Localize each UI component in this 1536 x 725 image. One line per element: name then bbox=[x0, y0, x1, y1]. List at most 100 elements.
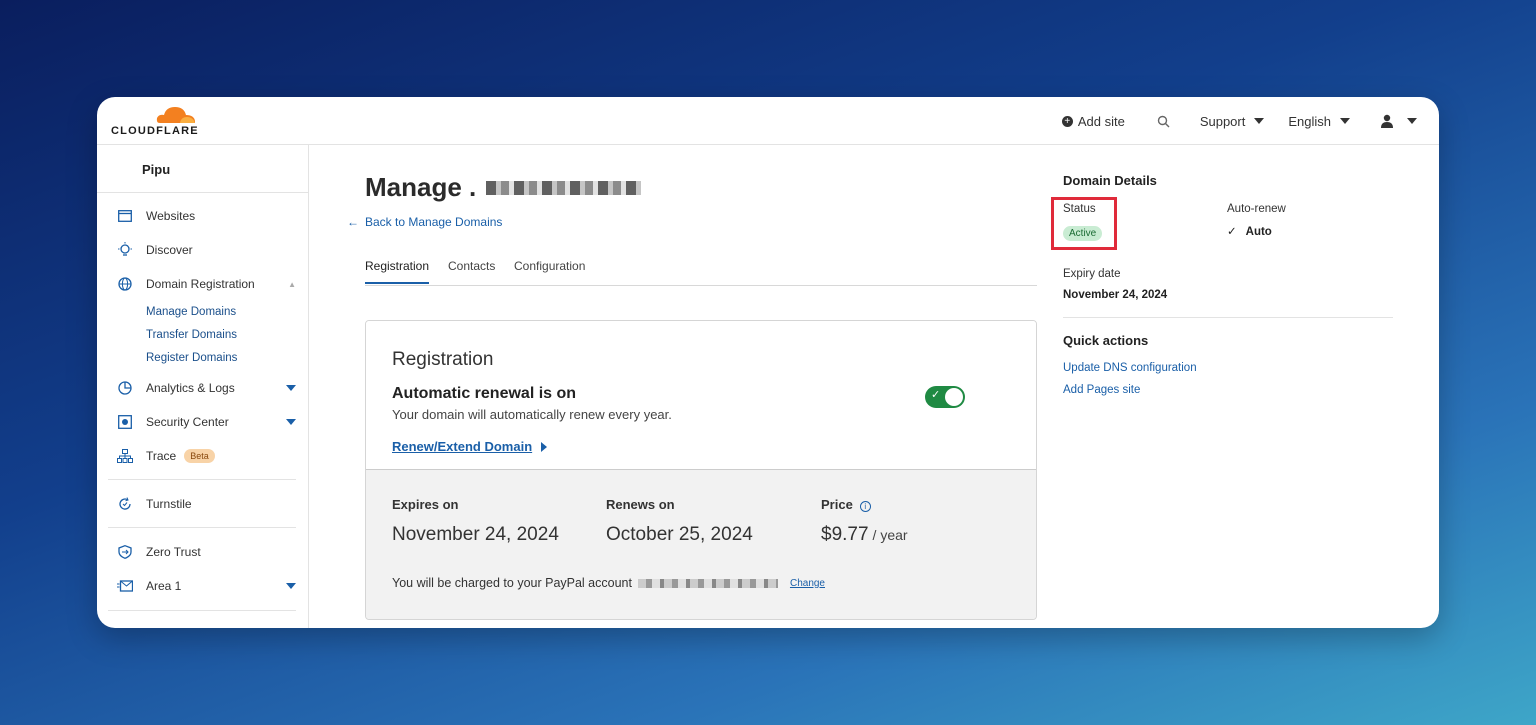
renewal-title: Automatic renewal is on bbox=[392, 385, 577, 402]
status-label: Status bbox=[1063, 203, 1096, 215]
auto-renew-label: Auto-renew bbox=[1227, 203, 1286, 215]
caret-right-icon bbox=[541, 441, 548, 452]
tab-registration[interactable]: Registration bbox=[365, 259, 430, 284]
user-menu[interactable] bbox=[1380, 114, 1417, 128]
status-badge: Active bbox=[1063, 226, 1103, 241]
sidebar-item-trace[interactable]: Trace Beta bbox=[117, 446, 296, 466]
pie-chart-icon bbox=[117, 380, 133, 396]
account-name[interactable]: Pipu bbox=[142, 162, 170, 177]
sidebar-subitem-register-domains[interactable]: Register Domains bbox=[146, 352, 237, 364]
sidebar-subitem-transfer-domains[interactable]: Transfer Domains bbox=[146, 329, 237, 341]
globe-icon bbox=[117, 276, 133, 292]
sidebar-item-turnstile[interactable]: Turnstile bbox=[117, 494, 296, 514]
zero-trust-icon bbox=[117, 544, 133, 560]
domain-details-panel: Domain Details Status Active Auto-renew … bbox=[1051, 145, 1393, 628]
change-link[interactable]: Change bbox=[790, 578, 825, 589]
lightbulb-icon bbox=[117, 242, 133, 258]
language-menu[interactable]: English bbox=[1288, 114, 1350, 129]
auto-renew-toggle[interactable]: ✓ bbox=[925, 386, 965, 408]
renew-extend-link[interactable]: Renew/Extend Domain bbox=[392, 439, 548, 454]
sidebar-item-zero-trust[interactable]: Zero Trust bbox=[117, 542, 296, 562]
divider bbox=[108, 527, 296, 528]
network-icon bbox=[117, 448, 133, 464]
sidebar-item-label: Turnstile bbox=[146, 497, 192, 511]
chevron-up-icon[interactable]: ▲ bbox=[288, 280, 296, 289]
cloudflare-logo[interactable]: CLOUDFLARE bbox=[111, 103, 201, 139]
card-title: Registration bbox=[392, 349, 494, 370]
plus-circle-icon: + bbox=[1061, 115, 1073, 127]
app-window: CLOUDFLARE + Add site Support English Pi… bbox=[97, 97, 1439, 628]
registration-card: Registration Automatic renewal is on You… bbox=[365, 320, 1037, 620]
language-label: English bbox=[1288, 113, 1331, 129]
sidebar-item-websites[interactable]: Websites bbox=[117, 206, 296, 226]
sidebar-item-discover[interactable]: Discover bbox=[117, 240, 296, 260]
sidebar-subitem-manage-domains[interactable]: Manage Domains bbox=[146, 306, 236, 318]
tab-contacts[interactable]: Contacts bbox=[448, 259, 495, 282]
card-top: Registration Automatic renewal is on You… bbox=[366, 321, 1036, 470]
sidebar-item-label: Security Center bbox=[146, 415, 229, 429]
sidebar-item-label: Trace bbox=[146, 449, 177, 463]
page-title-text: Manage . bbox=[365, 172, 477, 202]
caret-down-icon[interactable] bbox=[286, 419, 296, 425]
shield-icon bbox=[117, 414, 133, 430]
divider bbox=[108, 479, 296, 480]
caret-down-icon bbox=[1254, 118, 1265, 124]
sidebar: Pipu Websites Discover Domain Registrati… bbox=[97, 145, 309, 628]
sidebar-item-label: Discover bbox=[146, 243, 193, 257]
tab-configuration[interactable]: Configuration bbox=[514, 259, 585, 282]
top-bar: CLOUDFLARE + Add site Support English bbox=[97, 97, 1439, 145]
support-menu[interactable]: Support bbox=[1200, 114, 1265, 129]
add-site-label: Add site bbox=[1077, 113, 1125, 129]
price-value: $9.77 bbox=[821, 524, 869, 545]
search-icon bbox=[1157, 115, 1170, 127]
add-pages-site-link[interactable]: Add Pages site bbox=[1063, 384, 1140, 396]
caret-down-icon[interactable] bbox=[286, 385, 296, 391]
check-icon: ✓ bbox=[1227, 226, 1237, 238]
toggle-knob bbox=[945, 388, 963, 406]
sidebar-item-domain-registration[interactable]: Domain Registration ▲ bbox=[117, 274, 296, 294]
auto-renew-value: Auto bbox=[1245, 226, 1272, 238]
renews-value: October 25, 2024 bbox=[606, 524, 753, 545]
user-icon bbox=[1381, 114, 1393, 128]
renewal-description: Your domain will automatically renew eve… bbox=[392, 407, 672, 422]
quick-actions-heading: Quick actions bbox=[1063, 333, 1149, 348]
browser-window-icon bbox=[117, 208, 133, 224]
price-label-group: Price i bbox=[821, 497, 871, 512]
back-link-label: Back to Manage Domains bbox=[365, 215, 503, 229]
back-link[interactable]: ← Back to Manage Domains bbox=[347, 215, 502, 229]
divider bbox=[108, 610, 296, 611]
sidebar-item-label: Analytics & Logs bbox=[146, 381, 235, 395]
search-button[interactable] bbox=[1157, 115, 1170, 128]
logo-text: CLOUDFLARE bbox=[111, 125, 199, 137]
arrow-left-icon: ← bbox=[347, 215, 359, 229]
charge-text: You will be charged to your PayPal accou… bbox=[392, 576, 632, 590]
tabs: Registration Contacts Configuration bbox=[365, 259, 1037, 286]
card-details: Expires on November 24, 2024 Renews on O… bbox=[366, 470, 1036, 619]
sidebar-item-label: Websites bbox=[146, 209, 196, 223]
renews-label: Renews on bbox=[606, 497, 675, 512]
domain-details-heading: Domain Details bbox=[1063, 173, 1157, 188]
update-dns-link[interactable]: Update DNS configuration bbox=[1063, 362, 1197, 374]
check-icon: ✓ bbox=[931, 389, 941, 401]
sidebar-item-analytics-logs[interactable]: Analytics & Logs bbox=[117, 378, 296, 398]
sidebar-item-security-center[interactable]: Security Center bbox=[117, 412, 296, 432]
redacted-domain bbox=[486, 180, 642, 195]
redacted-account bbox=[637, 578, 778, 588]
page-title: Manage . bbox=[365, 172, 642, 203]
divider bbox=[1063, 317, 1393, 318]
price-label: Price bbox=[821, 497, 853, 512]
add-site-button[interactable]: + Add site bbox=[1061, 113, 1125, 129]
sidebar-item-area-1[interactable]: Area 1 bbox=[117, 576, 296, 596]
sidebar-item-label: Area 1 bbox=[146, 579, 182, 593]
info-icon[interactable]: i bbox=[859, 501, 871, 512]
cloud-icon bbox=[156, 107, 195, 123]
beta-badge: Beta bbox=[184, 449, 215, 463]
charge-info: You will be charged to your PayPal accou… bbox=[392, 576, 825, 590]
caret-down-icon[interactable] bbox=[286, 583, 296, 589]
top-actions: + Add site Support English bbox=[1061, 97, 1439, 145]
renew-extend-label: Renew/Extend Domain bbox=[392, 439, 533, 454]
expires-value: November 24, 2024 bbox=[392, 524, 559, 545]
sidebar-item-label: Domain Registration bbox=[146, 277, 255, 291]
refresh-icon bbox=[117, 496, 133, 512]
support-label: Support bbox=[1199, 113, 1246, 129]
